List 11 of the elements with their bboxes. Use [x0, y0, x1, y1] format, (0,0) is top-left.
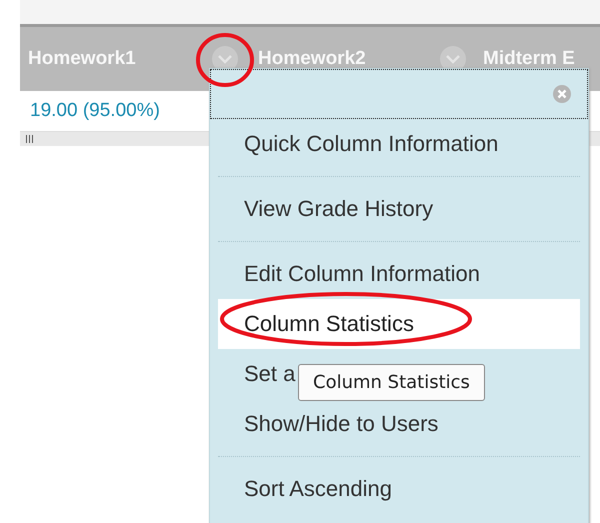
tooltip: Column Statistics: [298, 364, 485, 401]
annotation-ellipse: [194, 30, 256, 90]
menu-item[interactable]: Column Statistics: [218, 299, 580, 349]
menu-item[interactable]: Show/Hide to Users: [218, 399, 580, 449]
grade-cell[interactable]: 19.00 (95.00%): [30, 100, 160, 122]
menu-item[interactable]: View Grade History: [218, 184, 580, 234]
menu-item[interactable]: Edit Column Information: [218, 249, 580, 299]
scrollbar-grip[interactable]: [26, 135, 33, 143]
menu-item[interactable]: Sort Ascending: [218, 464, 580, 514]
close-icon[interactable]: [553, 85, 571, 103]
menu-item[interactable]: Quick Column Information: [218, 119, 580, 169]
